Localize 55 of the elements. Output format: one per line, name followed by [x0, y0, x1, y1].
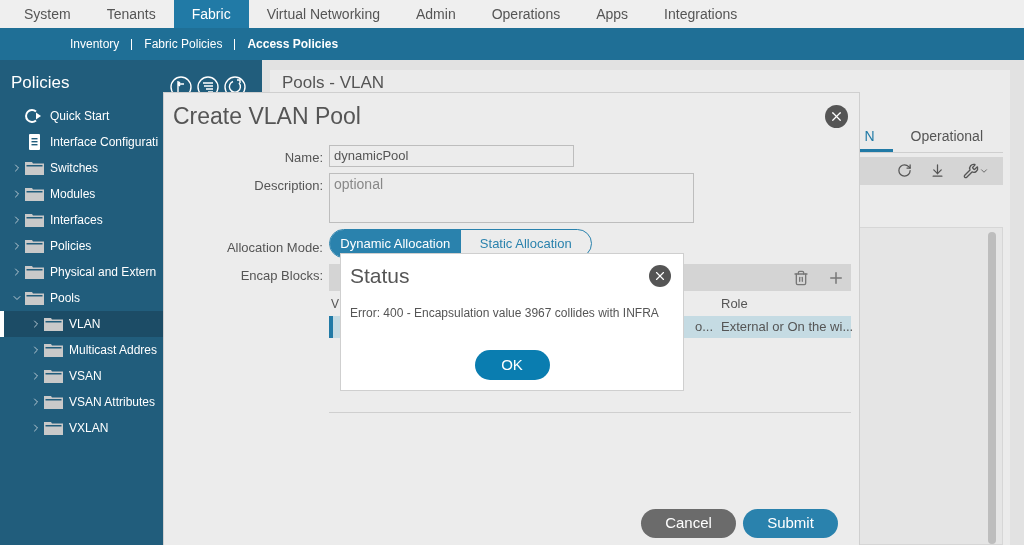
field-label: Encap Blocks: — [239, 267, 323, 285]
cancel-button[interactable]: Cancel — [641, 509, 736, 538]
nav-tab[interactable]: Apps — [578, 0, 647, 28]
name-field[interactable]: dynamicPool — [329, 144, 574, 167]
close-button[interactable] — [825, 104, 848, 128]
tree-item[interactable]: Pools — [0, 285, 262, 311]
subnav-link[interactable]: Access Policies — [247, 35, 339, 53]
nav-tab[interactable]: Integrations — [646, 0, 756, 28]
tree-item[interactable]: VSAN — [0, 363, 262, 389]
tree-item[interactable]: Interface Configurati — [0, 129, 262, 155]
folder-icon — [25, 265, 44, 279]
folder-icon — [44, 421, 63, 435]
ok-button[interactable]: OK — [474, 350, 550, 380]
segment-option[interactable]: Static Allocation — [460, 230, 591, 257]
nav-tab[interactable]: Tenants — [88, 0, 174, 28]
nav-tab[interactable]: Virtual Networking — [248, 0, 398, 28]
nav-tab[interactable]: Admin — [398, 0, 474, 28]
table-cell-text: External or On the wi... — [720, 318, 851, 337]
error-message: Error: 400 - Encapsulation value 3967 collides with INFRA — [349, 304, 660, 322]
tree-item[interactable]: Interfaces — [0, 207, 262, 233]
folder-icon — [44, 395, 63, 409]
download-icon[interactable] — [930, 163, 945, 178]
dialog-title: Status — [350, 263, 410, 289]
panel-tab[interactable]: Operational — [892, 125, 1001, 152]
nav-tab[interactable]: System — [6, 0, 89, 28]
tree-item[interactable]: VSAN Attributes — [0, 389, 262, 415]
submit-button[interactable]: Submit — [743, 509, 838, 538]
scrollbar[interactable] — [988, 231, 996, 544]
subnav-link[interactable]: Inventory — [70, 35, 120, 53]
folder-icon — [25, 187, 44, 201]
refresh-icon[interactable] — [897, 163, 912, 178]
nav-tab[interactable]: Fabric — [173, 0, 249, 28]
field-label: Allocation Mode: — [225, 239, 323, 257]
column-header: Role — [720, 294, 749, 313]
column-header: V — [330, 295, 339, 313]
field-label: Name: — [283, 148, 323, 167]
folder-icon — [25, 291, 44, 305]
folder-icon — [44, 317, 63, 331]
nav-tab[interactable]: Operations — [473, 0, 579, 28]
tools-icon[interactable] — [963, 162, 989, 179]
subnav-link[interactable]: Fabric Policies — [144, 35, 223, 53]
dialog-title: Create VLAN Pool — [173, 102, 361, 131]
folder-icon — [44, 343, 63, 357]
sidebar-title: Policies — [11, 72, 70, 94]
folder-icon — [44, 369, 63, 383]
description-field[interactable]: optional — [329, 173, 694, 223]
table-cell-text: o... — [694, 318, 714, 337]
trash-icon[interactable] — [793, 269, 809, 286]
close-button[interactable] — [649, 264, 671, 287]
tree-item[interactable]: Multicast Addres — [0, 337, 262, 363]
folder-icon — [25, 239, 44, 253]
panel-title: Pools - VLAN — [282, 72, 386, 94]
folder-icon — [25, 213, 44, 227]
folder-icon — [25, 161, 44, 175]
tree-item[interactable]: VXLAN — [0, 415, 262, 441]
